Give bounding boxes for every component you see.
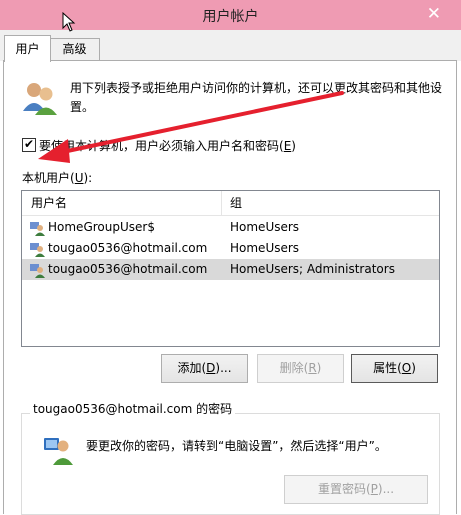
- column-header-username[interactable]: 用户名: [31, 191, 67, 215]
- cursor-icon: [62, 11, 76, 35]
- users-panel: 用下列表授予或拒绝用户访问你的计算机，还可以更改其密码和其他设置。 ✔ 要使用本…: [3, 60, 457, 515]
- add-user-button[interactable]: 添加(D)...: [161, 354, 248, 383]
- local-users-list[interactable]: 用户名 组 HomeGroupUser$ HomeUsers tougao053…: [21, 190, 440, 347]
- table-row[interactable]: HomeGroupUser$ HomeUsers: [22, 217, 439, 238]
- column-header-group[interactable]: 组: [230, 191, 242, 215]
- user-icon: [29, 262, 45, 285]
- tab-users[interactable]: 用户: [4, 35, 51, 62]
- column-divider[interactable]: [221, 191, 222, 215]
- checkmark-icon: ✔: [24, 137, 35, 151]
- row-username: HomeGroupUser$: [48, 220, 155, 234]
- password-message: 要更改你的密码，请转到“电脑设置”，然后选择“用户”。: [86, 439, 387, 453]
- row-group: HomeUsers; Administrators: [230, 262, 395, 276]
- reset-password-button[interactable]: 重置密码(P)...: [284, 475, 428, 504]
- password-group-title: tougao0536@hotmail.com 的密码: [30, 400, 236, 417]
- remove-user-button[interactable]: 删除(R): [257, 354, 344, 383]
- lock-user-icon: [42, 432, 74, 469]
- properties-button[interactable]: 属性(O): [351, 354, 438, 383]
- table-row[interactable]: tougao0536@hotmail.com HomeUsers: [22, 238, 439, 259]
- row-group: HomeUsers: [230, 241, 300, 255]
- row-username: tougao0536@hotmail.com: [48, 262, 208, 276]
- row-group: HomeUsers: [230, 220, 300, 234]
- row-username: tougao0536@hotmail.com: [48, 241, 208, 255]
- password-group: 要更改你的密码，请转到“电脑设置”，然后选择“用户”。 重置密码(P)...: [21, 413, 440, 515]
- close-icon[interactable]: ✕: [427, 4, 441, 24]
- annotation-arrow: [34, 89, 354, 172]
- tab-advanced[interactable]: 高级: [49, 38, 100, 60]
- table-row-selected[interactable]: tougao0536@hotmail.com HomeUsers; Admini…: [22, 259, 439, 280]
- list-header: 用户名 组: [22, 191, 439, 216]
